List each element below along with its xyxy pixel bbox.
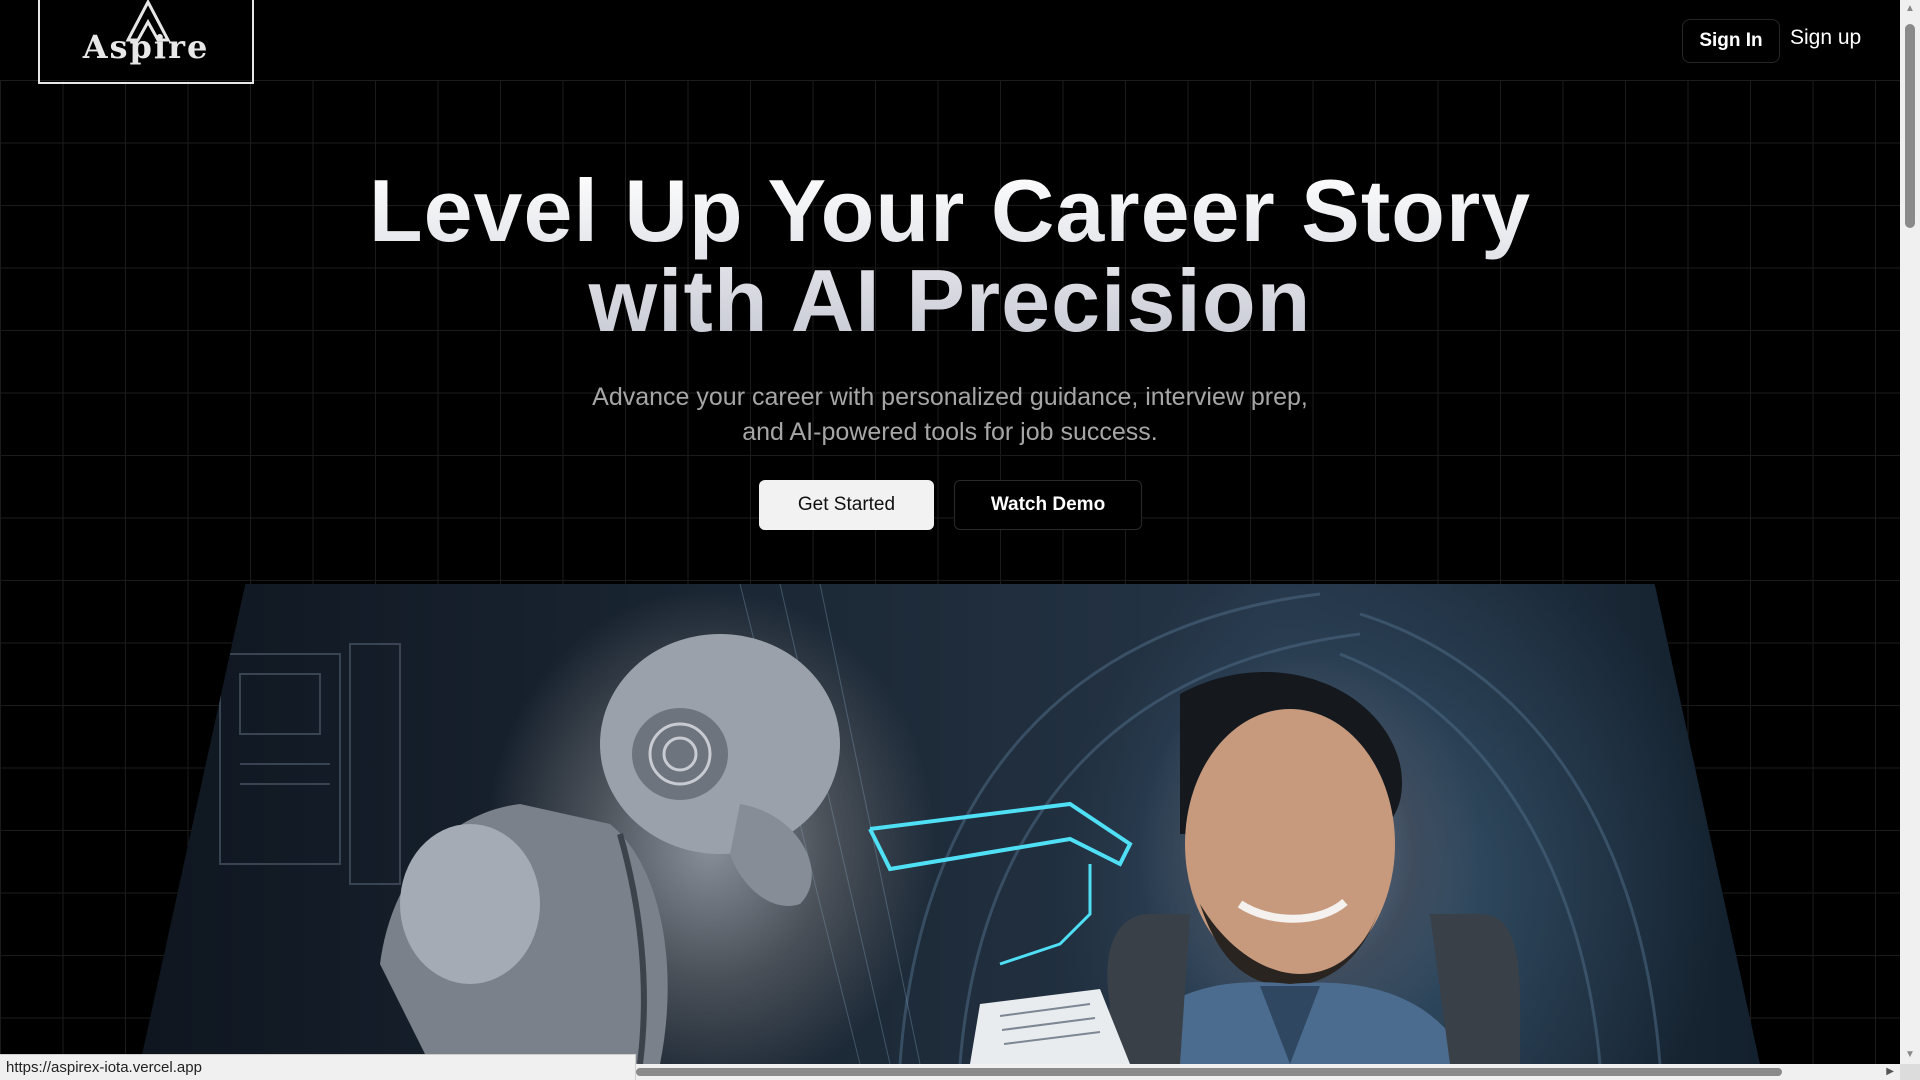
hero-title-line-2: with AI Precision [588,251,1312,350]
site-header: Aspire Sign In Sign up [0,0,1900,84]
page: Aspire Sign In Sign up Level Up Your Car… [0,0,1920,1080]
logo[interactable]: Aspire [38,0,254,84]
vertical-scrollbar[interactable]: ▲ ▼ [1900,0,1920,1064]
horizontal-scroll-thumb[interactable] [636,1068,1782,1076]
hero-illustration [219,584,1662,1064]
status-bar-url: https://aspirex-iota.vercel.app [0,1054,636,1080]
scrollbar-corner [1900,1064,1920,1080]
hero-title-line-1: Level Up Your Career Story [368,161,1532,260]
scroll-up-arrow-icon[interactable]: ▲ [1900,0,1920,18]
logo-text: Aspire [82,28,210,66]
scroll-right-arrow-icon[interactable]: ▶ [1886,1064,1894,1080]
hero-subtitle: Advance your career with personalized gu… [592,383,1308,446]
get-started-button[interactable]: Get Started [759,480,934,530]
sign-up-link[interactable]: Sign up [1790,26,1861,50]
hero-title: Level Up Your Career Story with AI Preci… [0,166,1900,346]
hero-image [140,584,1760,1064]
sign-in-button[interactable]: Sign In [1682,19,1780,63]
watch-demo-button[interactable]: Watch Demo [954,480,1142,530]
scroll-down-arrow-icon[interactable]: ▼ [1900,1046,1920,1064]
vertical-scroll-thumb[interactable] [1905,24,1915,228]
